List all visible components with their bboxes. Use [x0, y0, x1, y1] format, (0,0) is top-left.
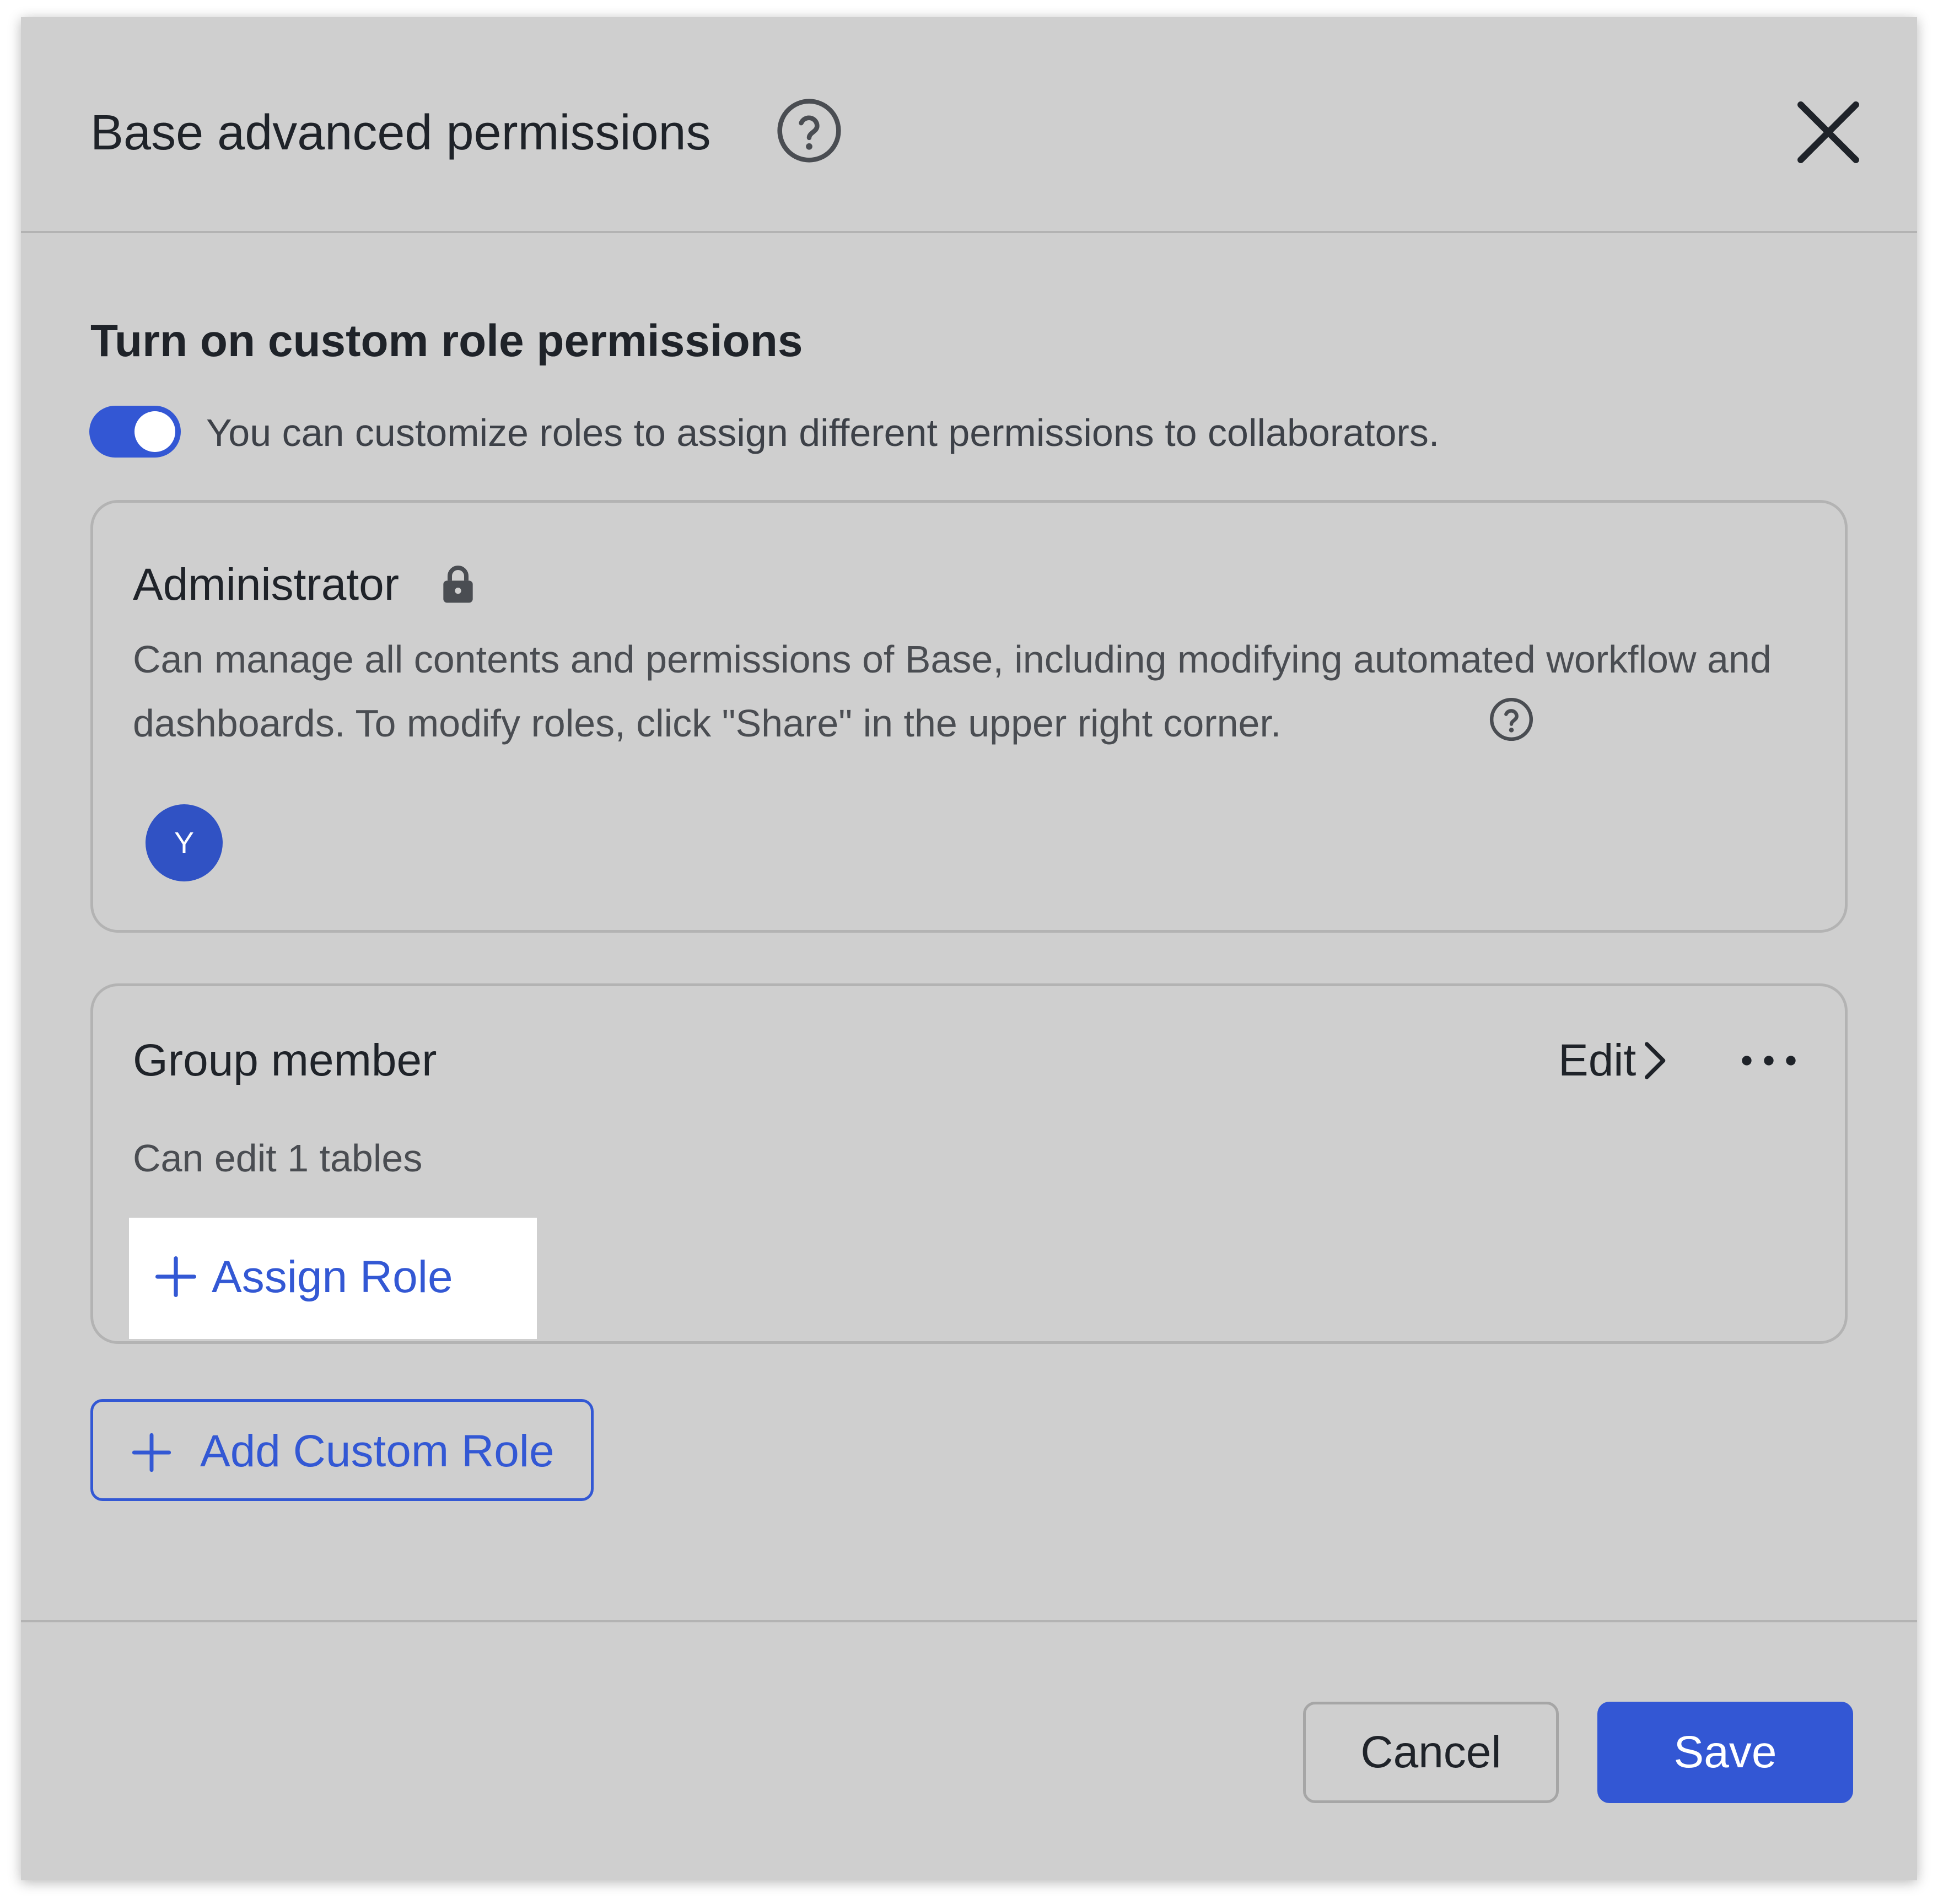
custom-roles-toggle[interactable]: [89, 406, 181, 458]
toggle-description: You can customize roles to assign differ…: [206, 411, 1440, 454]
permissions-dialog: Base advanced permissions Turn on custom…: [21, 17, 1917, 1880]
header-divider: [21, 231, 1917, 233]
help-icon[interactable]: [1488, 696, 1535, 743]
edit-role-link[interactable]: Edit: [1558, 1030, 1636, 1091]
lock-icon: [443, 566, 473, 603]
save-button[interactable]: Save: [1597, 1702, 1853, 1803]
cancel-button[interactable]: Cancel: [1303, 1702, 1559, 1803]
dialog-header: Base advanced permissions: [21, 17, 1917, 235]
close-icon[interactable]: [1787, 91, 1870, 174]
plus-icon: [132, 1433, 171, 1472]
chevron-right-icon[interactable]: [1632, 1039, 1676, 1083]
administrator-role-card: Administrator Can manage all contents an…: [90, 500, 1848, 933]
assign-role-button[interactable]: Assign Role: [129, 1218, 537, 1339]
role-name-administrator: Administrator: [133, 560, 400, 610]
add-custom-role-button[interactable]: Add Custom Role: [90, 1399, 594, 1501]
toggle-knob: [134, 411, 175, 452]
role-description-group-member: Can edit 1 tables: [133, 1137, 423, 1180]
plus-icon: [155, 1256, 197, 1297]
add-custom-role-label: Add Custom Role: [200, 1426, 555, 1476]
section-title: Turn on custom role permissions: [90, 316, 803, 366]
group-member-role-card: Group member Edit Can edit 1 tables Assi…: [90, 983, 1848, 1344]
role-description-administrator: Can manage all contents and permissions …: [133, 638, 1772, 745]
footer-divider: [21, 1620, 1917, 1622]
assign-role-label: Assign Role: [212, 1252, 453, 1302]
role-name-group-member: Group member: [133, 1035, 437, 1085]
avatar[interactable]: Y: [146, 804, 223, 881]
more-options-icon[interactable]: [1736, 1041, 1802, 1080]
help-icon[interactable]: [774, 95, 844, 166]
dialog-title: Base advanced permissions: [90, 105, 711, 160]
